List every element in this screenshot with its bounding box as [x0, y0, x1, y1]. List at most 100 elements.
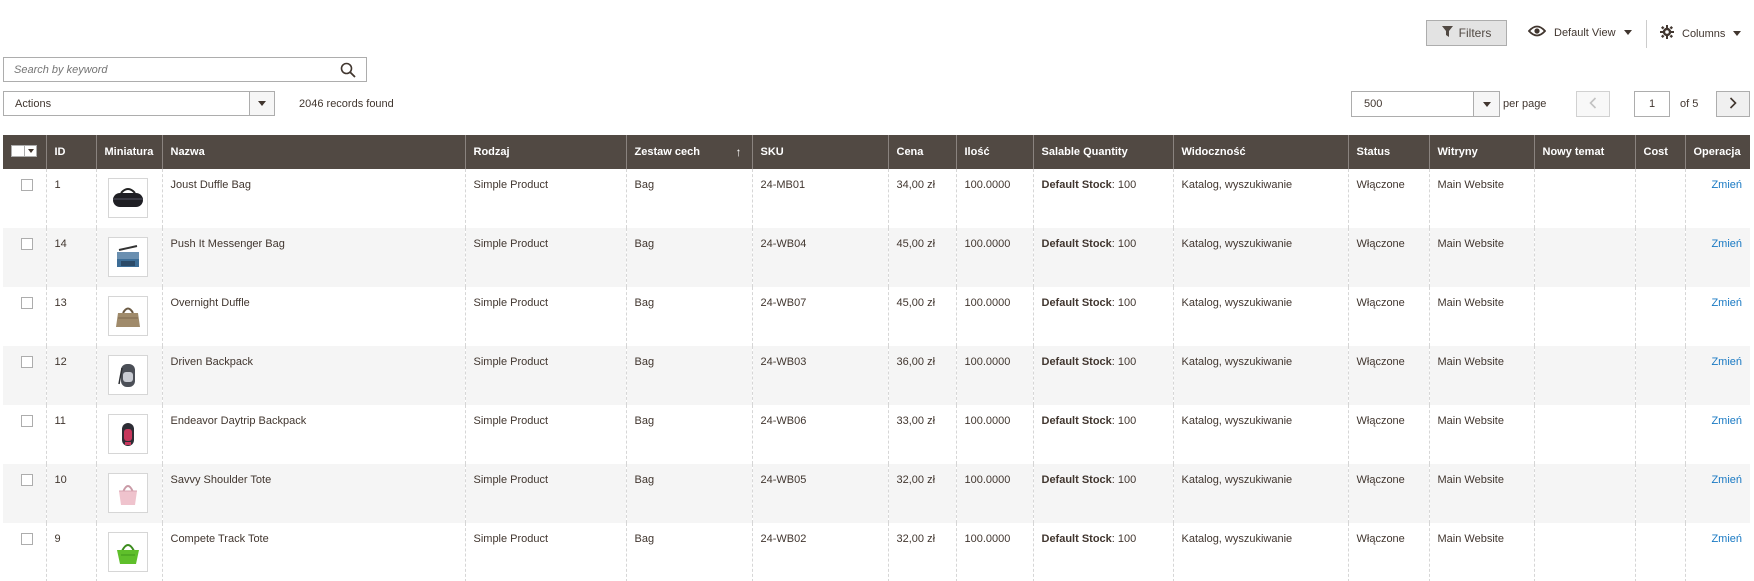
column-header-attribute-set[interactable]: Zestaw cech ↑	[625, 135, 752, 169]
column-header-quantity[interactable]: Ilość	[955, 135, 1033, 169]
next-page-button[interactable]	[1716, 91, 1750, 117]
grid-body: 1 Joust Duffle Bag Simple Product Bag 24-MB0…	[3, 169, 1750, 581]
edit-link[interactable]: Zmień	[1711, 297, 1742, 309]
cell-name-text: Driven Backpack	[170, 356, 254, 368]
table-row[interactable]: 12 Driven Backpack Simple Product Bag 24-WB0…	[3, 346, 1750, 405]
column-header-cost[interactable]: Cost	[1634, 135, 1685, 169]
page-number-input[interactable]	[1634, 91, 1670, 117]
cell-sku: 24-WB05	[751, 464, 888, 523]
cell-attribute-set-text: Bag	[634, 474, 655, 486]
cell-name: Driven Backpack	[161, 346, 465, 405]
backpack-icon[interactable]	[107, 355, 148, 395]
cell-new-theme	[1533, 287, 1635, 346]
cell-select	[3, 464, 46, 523]
cell-status: Włączone	[1347, 228, 1429, 287]
stock-quantity: : 100	[1111, 179, 1137, 191]
overnight-duffle-icon[interactable]	[107, 296, 148, 336]
attribute-set-header-label: Zestaw cech	[634, 146, 700, 158]
cell-id: 14	[45, 228, 96, 287]
cell-action: Zmień	[1684, 464, 1750, 523]
cell-name-text: Savvy Shoulder Tote	[170, 474, 272, 486]
column-header-websites[interactable]: Witryny	[1428, 135, 1534, 169]
cell-action: Zmień	[1684, 346, 1750, 405]
cell-attribute-set-text: Bag	[634, 356, 655, 368]
messenger-bag-icon[interactable]	[107, 237, 148, 277]
previous-page-button[interactable]	[1576, 91, 1610, 117]
cell-new-theme	[1533, 346, 1635, 405]
cell-quantity: 100.0000	[955, 228, 1033, 287]
cell-visibility-text: Katalog, wyszukiwanie	[1181, 356, 1293, 368]
cell-cost	[1634, 405, 1685, 464]
row-checkbox[interactable]	[21, 533, 33, 545]
per-page-select[interactable]: 500	[1351, 91, 1500, 117]
records-count: 2046 records found	[299, 98, 394, 110]
cell-name-text: Joust Duffle Bag	[170, 179, 252, 191]
column-header-type[interactable]: Rodzaj	[464, 135, 626, 169]
cell-name: Endeavor Daytrip Backpack	[161, 405, 465, 464]
column-header-price[interactable]: Cena	[887, 135, 956, 169]
mass-select-header[interactable]	[3, 135, 46, 169]
column-header-sku[interactable]: SKU	[751, 135, 888, 169]
table-row[interactable]: 14 Push It Messenger Bag Simple Product Bag…	[3, 228, 1750, 287]
stock-quantity: : 100	[1111, 533, 1137, 545]
columns-control[interactable]: Columns	[1660, 25, 1742, 42]
cell-id: 13	[45, 287, 96, 346]
search-input[interactable]	[4, 58, 330, 81]
row-checkbox[interactable]	[21, 415, 33, 427]
track-tote-icon[interactable]	[107, 532, 148, 572]
row-checkbox[interactable]	[21, 356, 33, 368]
edit-link[interactable]: Zmień	[1711, 474, 1742, 486]
row-checkbox[interactable]	[21, 297, 33, 309]
cell-visibility-text: Katalog, wyszukiwanie	[1181, 474, 1293, 486]
duffle-bag-icon[interactable]	[107, 178, 148, 218]
toolbar-divider	[1646, 20, 1647, 48]
daytrip-backpack-icon[interactable]	[107, 414, 148, 454]
mass-select-control[interactable]	[11, 145, 37, 157]
column-header-new-theme[interactable]: Nowy temat	[1533, 135, 1635, 169]
cell-action: Zmień	[1684, 405, 1750, 464]
table-row[interactable]: 1 Joust Duffle Bag Simple Product Bag 24-MB0…	[3, 169, 1750, 228]
edit-link[interactable]: Zmień	[1711, 238, 1742, 250]
per-page-value: 500	[1364, 98, 1383, 110]
cell-attribute-set-text: Bag	[634, 238, 655, 250]
edit-link[interactable]: Zmień	[1711, 533, 1742, 545]
actions-dropdown[interactable]: Actions	[3, 91, 275, 116]
shoulder-tote-icon[interactable]	[107, 473, 148, 513]
cell-salable-quantity: Default Stock: 100	[1032, 523, 1173, 581]
cell-attribute-set-text: Bag	[634, 179, 655, 191]
cell-price-text: 32,00 zł	[896, 533, 936, 545]
column-header-status[interactable]: Status	[1347, 135, 1429, 169]
filters-button[interactable]: Filters	[1426, 20, 1507, 46]
column-header-visibility[interactable]: Widoczność	[1172, 135, 1348, 169]
edit-link[interactable]: Zmień	[1711, 415, 1742, 427]
stock-quantity: : 100	[1111, 297, 1137, 309]
row-checkbox[interactable]	[21, 474, 33, 486]
cell-status: Włączone	[1347, 287, 1429, 346]
edit-link[interactable]: Zmień	[1711, 179, 1742, 191]
row-checkbox[interactable]	[21, 238, 33, 250]
cell-quantity-text: 100.0000	[964, 356, 1011, 368]
cell-salable-quantity: Default Stock: 100	[1032, 346, 1173, 405]
table-row[interactable]: 11 Endeavor Daytrip Backpack Simple Produc…	[3, 405, 1750, 464]
table-row[interactable]: 13 Overnight Duffle Simple Product Bag 24-WB…	[3, 287, 1750, 346]
cell-type-text: Simple Product	[473, 415, 549, 427]
columns-label: Columns	[1682, 27, 1726, 40]
cell-quantity-text: 100.0000	[964, 179, 1011, 191]
row-checkbox[interactable]	[21, 179, 33, 191]
cell-status-text: Włączone	[1356, 179, 1405, 191]
column-header-id[interactable]: ID	[45, 135, 96, 169]
cell-name-text: Push It Messenger Bag	[170, 238, 285, 250]
cell-select	[3, 228, 46, 287]
cell-type: Simple Product	[464, 228, 626, 287]
cell-quantity-text: 100.0000	[964, 474, 1011, 486]
cell-action: Zmień	[1684, 228, 1750, 287]
table-row[interactable]: 10 Savvy Shoulder Tote Simple Product Bag 24…	[3, 464, 1750, 523]
chevron-right-icon	[1729, 96, 1737, 112]
cell-id-text: 14	[54, 238, 67, 250]
view-switcher[interactable]: Default View	[1527, 25, 1632, 40]
search-icon[interactable]	[330, 58, 366, 81]
table-row[interactable]: 9 Compete Track Tote Simple Product Bag 24-W…	[3, 523, 1750, 581]
edit-link[interactable]: Zmień	[1711, 356, 1742, 368]
column-header-name[interactable]: Nazwa	[161, 135, 465, 169]
cell-quantity: 100.0000	[955, 346, 1033, 405]
